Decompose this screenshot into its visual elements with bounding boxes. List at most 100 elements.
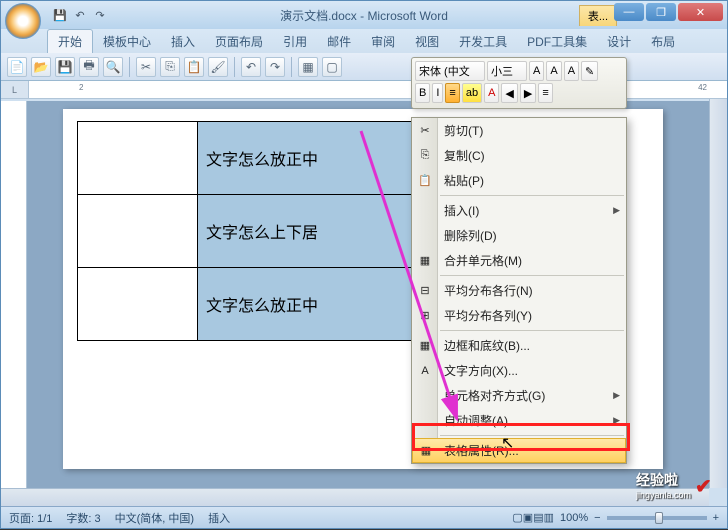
menu-label: 插入(I) (444, 202, 479, 219)
menu-label: 复制(C) (444, 147, 485, 164)
tab-pagelayout[interactable]: 页面布局 (205, 30, 273, 53)
qat-redo-icon[interactable]: ↷ (91, 6, 109, 24)
menu-label: 文字方向(X)... (444, 362, 518, 379)
menu-text-direction[interactable]: A文字方向(X)... (412, 358, 626, 383)
borders-icon: ▦ (417, 338, 433, 354)
scrollbar-horizontal[interactable] (1, 488, 709, 506)
menu-label: 合并单元格(M) (444, 252, 522, 269)
table-cell[interactable] (78, 195, 198, 268)
tab-layout[interactable]: 布局 (641, 30, 685, 53)
status-words[interactable]: 字数: 3 (66, 510, 100, 526)
separator (129, 57, 130, 77)
tab-template[interactable]: 模板中心 (93, 30, 161, 53)
tab-pdf[interactable]: PDF工具集 (517, 30, 597, 53)
menu-cut[interactable]: ✂剪切(T) (412, 118, 626, 143)
rb-brush-icon[interactable]: 🖌 (208, 57, 228, 77)
menu-cell-alignment[interactable]: 单元格对齐方式(G)▶ (412, 383, 626, 408)
rb-cut-icon[interactable]: ✂ (136, 57, 156, 77)
zoom-thumb[interactable] (655, 512, 663, 524)
menu-label: 粘贴(P) (444, 172, 484, 189)
rb-copy-icon[interactable]: ⎘ (160, 57, 180, 77)
rb-paste-icon[interactable]: 📋 (184, 57, 204, 77)
tab-design[interactable]: 设计 (597, 30, 641, 53)
rb-save-icon[interactable]: 💾 (55, 57, 75, 77)
menu-merge-cells[interactable]: ▦合并单元格(M) (412, 248, 626, 273)
rb-new-icon[interactable]: 📄 (7, 57, 27, 77)
font-select[interactable]: 宋体 (中文 (415, 61, 485, 81)
watermark-domain: jingyanla.com (636, 490, 691, 500)
decrease-indent-button[interactable]: ◀ (501, 83, 517, 103)
view-buttons[interactable]: ▢▣▤▥ (512, 511, 554, 524)
status-language[interactable]: 中文(简体, 中国) (115, 510, 194, 526)
cut-icon: ✂ (417, 123, 433, 139)
font-color-button[interactable]: A (484, 83, 499, 103)
tab-developer[interactable]: 开发工具 (449, 30, 517, 53)
menu-separator (440, 195, 624, 196)
format-painter-button[interactable]: ✎ (581, 61, 598, 81)
zoom-in-button[interactable]: + (713, 512, 719, 524)
table-cell[interactable] (78, 268, 198, 341)
menu-label: 平均分布各行(N) (444, 282, 533, 299)
qat-save-icon[interactable]: 💾 (51, 6, 69, 24)
tab-insert[interactable]: 插入 (161, 30, 205, 53)
maximize-button[interactable]: ❐ (646, 3, 676, 21)
menu-label: 边框和底纹(B)... (444, 337, 530, 354)
dist-cols-icon: ⊞ (417, 308, 433, 324)
app-window: 💾 ↶ ↷ 演示文档.docx - Microsoft Word 表... — … (0, 0, 728, 529)
ruler-mark: 2 (79, 83, 83, 92)
tab-mailings[interactable]: 邮件 (317, 30, 361, 53)
italic-button[interactable]: I (432, 83, 443, 103)
bold-button[interactable]: B (415, 83, 430, 103)
tab-review[interactable]: 审阅 (361, 30, 405, 53)
close-button[interactable]: ✕ (678, 3, 723, 21)
mini-toolbar: 宋体 (中文 小三 A A A ✎ B I ≡ ab A ◀ ▶ ≡ (411, 57, 627, 109)
zoom-slider[interactable] (607, 516, 707, 520)
status-page[interactable]: 页面: 1/1 (9, 510, 52, 526)
ruler-vertical[interactable] (1, 101, 27, 488)
rb-undo-icon[interactable]: ↶ (241, 57, 261, 77)
minimize-button[interactable]: — (614, 3, 644, 21)
status-insert-mode[interactable]: 插入 (208, 510, 230, 526)
rb-preview-icon[interactable]: 🔍 (103, 57, 123, 77)
rb-border-icon[interactable]: ▢ (322, 57, 342, 77)
menu-label: 删除列(D) (444, 227, 497, 244)
rb-redo-icon[interactable]: ↷ (265, 57, 285, 77)
menu-copy[interactable]: ⎘ 复制(C) (412, 143, 626, 168)
menu-insert[interactable]: 插入(I)▶ (412, 198, 626, 223)
zoom-out-button[interactable]: − (594, 512, 600, 524)
shrink-font-button[interactable]: A (546, 61, 561, 81)
copy-icon: ⎘ (417, 148, 433, 164)
highlight-button[interactable]: ab (462, 83, 482, 103)
rb-open-icon[interactable]: 📂 (31, 57, 51, 77)
table-cell[interactable] (78, 122, 198, 195)
tab-home[interactable]: 开始 (47, 29, 93, 53)
bullets-button[interactable]: ≡ (538, 83, 552, 103)
scrollbar-vertical[interactable] (709, 99, 727, 488)
tab-view[interactable]: 视图 (405, 30, 449, 53)
align-center-button[interactable]: ≡ (445, 83, 459, 103)
contextual-tab[interactable]: 表... (579, 5, 617, 26)
menu-delete-col[interactable]: 删除列(D) (412, 223, 626, 248)
size-select[interactable]: 小三 (487, 61, 527, 81)
window-controls: — ❐ ✕ (614, 3, 723, 21)
dist-rows-icon: ⊟ (417, 283, 433, 299)
qat-undo-icon[interactable]: ↶ (71, 6, 89, 24)
watermark-check-icon: ✔ (695, 474, 717, 496)
menu-separator (440, 330, 624, 331)
menu-distribute-cols[interactable]: ⊞平均分布各列(Y) (412, 303, 626, 328)
tab-references[interactable]: 引用 (273, 30, 317, 53)
ribbon-tabs: 开始 模板中心 插入 页面布局 引用 邮件 审阅 视图 开发工具 PDF工具集 … (1, 29, 727, 53)
increase-indent-button[interactable]: ▶ (520, 83, 536, 103)
zoom-level[interactable]: 100% (560, 512, 588, 524)
office-button[interactable] (5, 3, 41, 39)
separator (291, 57, 292, 77)
style-button[interactable]: A (564, 61, 579, 81)
rb-table-icon[interactable]: ▦ (298, 57, 318, 77)
menu-paste[interactable]: 📋粘贴(P) (412, 168, 626, 193)
menu-distribute-rows[interactable]: ⊟ 平均分布各行(N) (412, 278, 626, 303)
separator (234, 57, 235, 77)
watermark-brand: 经验啦 (636, 470, 691, 490)
rb-print-icon[interactable]: 🖶 (79, 57, 99, 77)
grow-font-button[interactable]: A (529, 61, 544, 81)
menu-borders[interactable]: ▦ 边框和底纹(B)... (412, 333, 626, 358)
